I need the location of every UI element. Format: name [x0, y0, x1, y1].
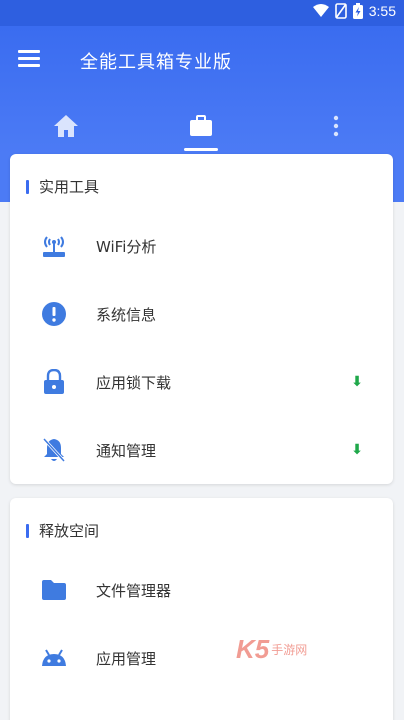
app-title: 全能工具箱专业版 — [80, 52, 232, 73]
item-label: 系统信息 — [96, 305, 157, 324]
info-alert-icon — [40, 300, 68, 328]
tab-tools[interactable] — [181, 108, 221, 148]
folder-icon — [40, 576, 68, 604]
list-item-system-info[interactable]: 系统信息 — [10, 284, 393, 344]
bell-off-icon — [40, 436, 68, 464]
section-header: 实用工具 — [26, 176, 99, 197]
wifi-router-icon — [40, 232, 68, 260]
lock-icon — [40, 368, 68, 396]
item-label: 通知管理 — [96, 441, 157, 460]
item-label: 文件管理器 — [96, 581, 172, 600]
android-icon — [40, 644, 68, 672]
download-arrow-icon[interactable]: ⬇ — [351, 442, 363, 458]
tab-indicator — [184, 148, 218, 151]
app-bar: 全能工具箱专业版 — [0, 26, 404, 154]
watermark-brand: K5 — [236, 634, 270, 664]
section-title: 实用工具 — [39, 178, 100, 196]
section-accent-bar — [26, 179, 29, 194]
tab-home[interactable] — [46, 108, 86, 148]
watermark-text: 手游网 — [271, 643, 308, 657]
battery-charging-icon — [352, 3, 363, 19]
download-arrow-icon[interactable]: ⬇ — [351, 374, 363, 390]
watermark-logo: K5 手游网 — [236, 634, 307, 665]
section-card-tools: 实用工具 WiFi分析 系统信息 应用锁下载 ⬇ 通知管理 ⬇ — [10, 154, 393, 484]
item-label: WiFi分析 — [96, 237, 157, 256]
section-card-free-space: 释放空间 文件管理器 应用管理 — [10, 498, 393, 720]
section-title: 释放空间 — [39, 522, 100, 540]
list-item-app-manager[interactable]: 应用管理 — [10, 628, 393, 688]
list-item-file-manager[interactable]: 文件管理器 — [10, 560, 393, 620]
status-icons: 3:55 — [312, 3, 396, 19]
briefcase-icon — [189, 115, 213, 141]
status-time: 3:55 — [368, 3, 396, 19]
list-item-wifi-analysis[interactable]: WiFi分析 — [10, 216, 393, 276]
home-icon — [53, 114, 79, 142]
section-accent-bar — [26, 523, 29, 538]
section-header: 释放空间 — [26, 520, 99, 541]
menu-icon[interactable] — [18, 50, 42, 70]
no-sim-icon — [334, 3, 347, 19]
list-item-notification-manager[interactable]: 通知管理 ⬇ — [10, 420, 393, 480]
wifi-signal-icon — [312, 4, 329, 18]
tab-more[interactable] — [316, 108, 356, 148]
item-label: 应用管理 — [96, 649, 157, 668]
list-item-app-lock-download[interactable]: 应用锁下载 ⬇ — [10, 352, 393, 412]
more-vert-icon — [333, 115, 339, 141]
item-label: 应用锁下载 — [96, 373, 172, 392]
status-bar: 3:55 — [0, 0, 404, 26]
